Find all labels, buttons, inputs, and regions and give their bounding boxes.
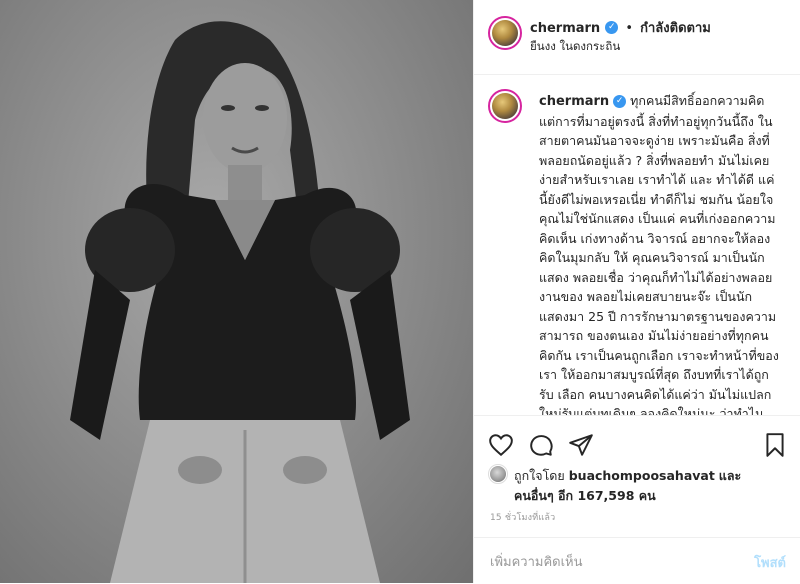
avatar[interactable]: [488, 16, 522, 50]
post-timestamp: 15 ชั่วโมงที่แล้ว: [490, 513, 556, 523]
caption-text-block: chermarn ✓ ทุกคนมีสิทธิ์ออกความคิด แต่กา…: [539, 91, 779, 415]
avatar-image: [492, 20, 518, 46]
comment-input[interactable]: [488, 551, 732, 573]
post-side-panel: chermarn ✓ • กำลังติดตาม ยืนงง ในดงกระถิ…: [474, 0, 800, 583]
post-header: chermarn ✓ • กำลังติดตาม ยืนงง ในดงกระถิ…: [474, 0, 800, 75]
likes-section: ถูกใจโดย buachompoosahavat และ คนอื่นๆ อ…: [474, 462, 800, 512]
caption-verified-icon: ✓: [613, 95, 627, 108]
liker-avatar[interactable]: [488, 464, 508, 484]
likes-prefix: ถูกใจโดย: [514, 468, 565, 483]
post-comment-button[interactable]: โพสต์: [754, 552, 786, 573]
heart-icon[interactable]: [488, 432, 514, 458]
separator-dot: •: [625, 21, 634, 36]
header-user-line: chermarn ✓ • กำลังติดตาม: [530, 17, 711, 38]
share-icon[interactable]: [568, 432, 594, 458]
comment-icon[interactable]: [528, 432, 554, 458]
comment-bar: โพสต์: [474, 537, 800, 584]
caption-text: ทุกคนมีสิทธิ์ออกความคิด แต่การที่มาอยู่ต…: [539, 93, 779, 415]
bookmark-icon[interactable]: [762, 432, 788, 458]
caption-avatar[interactable]: [488, 89, 522, 123]
likes-line-1: ถูกใจโดย buachompoosahavat และ: [514, 466, 741, 486]
liker-username[interactable]: buachompoosahavat: [569, 468, 715, 483]
header-username[interactable]: chermarn: [530, 21, 600, 36]
verified-icon: ✓: [605, 21, 619, 34]
follow-status-button[interactable]: กำลังติดตาม: [640, 21, 711, 36]
post-photo[interactable]: [0, 0, 473, 583]
liker-avatar-image: [490, 466, 506, 482]
post-dialog: chermarn ✓ • กำลังติดตาม ยืนงง ในดงกระถิ…: [0, 0, 800, 583]
caption-avatar-image: [492, 93, 518, 119]
photo-illustration: [70, 21, 410, 583]
caption-username[interactable]: chermarn: [539, 94, 609, 109]
likes-others-link[interactable]: คนอื่นๆ อีก 167,598 คน: [514, 486, 656, 506]
likes-conjunction: และ: [718, 468, 742, 483]
caption-area: chermarn ✓ ทุกคนมีสิทธิ์ออกความคิด แต่กา…: [474, 75, 800, 415]
location-link[interactable]: ยืนงง ในดงกระถิน: [530, 38, 620, 56]
